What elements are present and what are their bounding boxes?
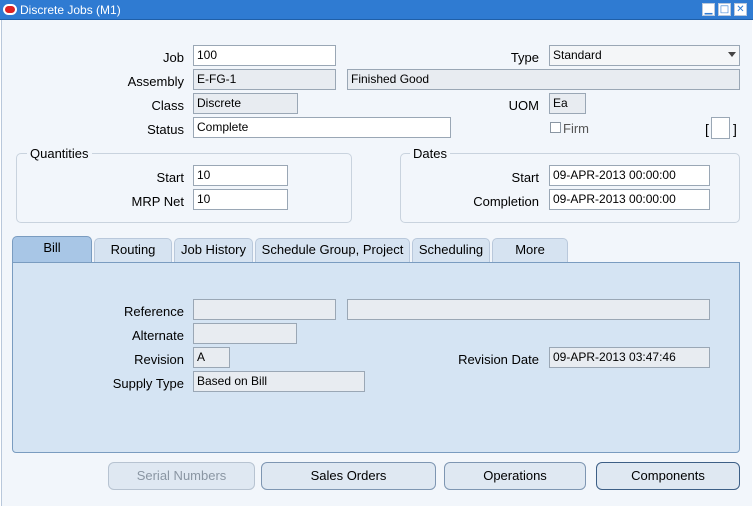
window-title: Discrete Jobs (M1) (20, 3, 121, 17)
title-bar: Discrete Jobs (M1) ▁ □ ✕ (0, 0, 753, 20)
tab-job-history-label: Job History (180, 242, 247, 257)
tab-job-history[interactable]: Job History (174, 238, 253, 262)
type-label: Type (510, 50, 539, 65)
quantities-group (16, 153, 352, 223)
type-select[interactable]: Standard (549, 45, 740, 66)
tab-routing[interactable]: Routing (94, 238, 172, 262)
tab-routing-label: Routing (110, 242, 156, 257)
quantities-title: Quantities (27, 146, 92, 161)
alternate-field[interactable] (193, 323, 297, 344)
firm-label: Firm (563, 121, 589, 136)
quantity-start-field[interactable]: 10 (193, 165, 288, 186)
status-label: Status (147, 122, 184, 137)
tab-scheduling[interactable]: Scheduling (412, 238, 490, 262)
form-panel: Job 100 Type Standard Assembly E-FG-1 Fi… (1, 20, 752, 506)
reference-description-field[interactable] (347, 299, 710, 320)
revision-date-label: Revision Date (458, 352, 539, 367)
tab-scheduling-label: Scheduling (418, 242, 484, 257)
assembly-description-field[interactable]: Finished Good (347, 69, 740, 90)
type-select-value: Standard (553, 48, 602, 62)
uom-field[interactable]: Ea (549, 93, 586, 114)
revision-date-field[interactable]: 09-APR-2013 03:47:46 (549, 347, 710, 368)
supply-type-label: Supply Type (112, 376, 184, 391)
tab-schedule-group-project-label: Schedule Group, Project (261, 242, 404, 257)
class-field[interactable]: Discrete (193, 93, 298, 114)
reference-field[interactable] (193, 299, 336, 320)
reference-label: Reference (124, 304, 184, 319)
flexfield-close-bracket: ] (733, 121, 737, 137)
tab-schedule-group-project[interactable]: Schedule Group, Project (255, 238, 410, 262)
sales-orders-button[interactable]: Sales Orders (261, 462, 436, 490)
date-start-label: Start (511, 170, 539, 185)
descriptive-flexfield[interactable] (711, 117, 730, 139)
components-button[interactable]: Components (596, 462, 740, 490)
revision-label: Revision (134, 352, 184, 367)
quantity-start-label: Start (156, 170, 184, 185)
job-field[interactable]: 100 (193, 45, 336, 66)
date-start-field[interactable]: 09-APR-2013 00:00:00 (549, 165, 710, 186)
oracle-logo-icon (3, 4, 17, 15)
alternate-label: Alternate (131, 328, 184, 343)
dates-title: Dates (410, 146, 450, 161)
mrp-net-label: MRP Net (131, 194, 185, 209)
assembly-label: Assembly (127, 74, 184, 89)
class-label: Class (151, 98, 184, 113)
flexfield-open-bracket: [ (705, 121, 709, 137)
assembly-field[interactable]: E-FG-1 (193, 69, 336, 90)
close-icon[interactable]: ✕ (734, 3, 747, 16)
completion-date-field[interactable]: 09-APR-2013 00:00:00 (549, 189, 710, 210)
tab-bill[interactable]: Bill (12, 236, 92, 262)
tab-bill-label: Bill (43, 240, 61, 255)
chevron-down-icon (728, 52, 736, 57)
minimize-icon[interactable]: ▁ (702, 3, 715, 16)
supply-type-field[interactable]: Based on Bill (193, 371, 365, 392)
tab-more[interactable]: More (492, 238, 568, 262)
firm-checkbox[interactable] (550, 122, 561, 133)
mrp-net-field[interactable]: 10 (193, 189, 288, 210)
revision-field[interactable]: A (193, 347, 230, 368)
serial-numbers-button[interactable]: Serial Numbers (108, 462, 255, 490)
tab-more-label: More (515, 242, 545, 257)
maximize-icon[interactable]: □ (718, 3, 731, 16)
completion-date-label: Completion (473, 194, 539, 209)
dates-group (400, 153, 740, 223)
uom-label: UOM (508, 98, 539, 113)
operations-button[interactable]: Operations (444, 462, 586, 490)
status-field[interactable]: Complete (193, 117, 451, 138)
job-label: Job (163, 50, 184, 65)
